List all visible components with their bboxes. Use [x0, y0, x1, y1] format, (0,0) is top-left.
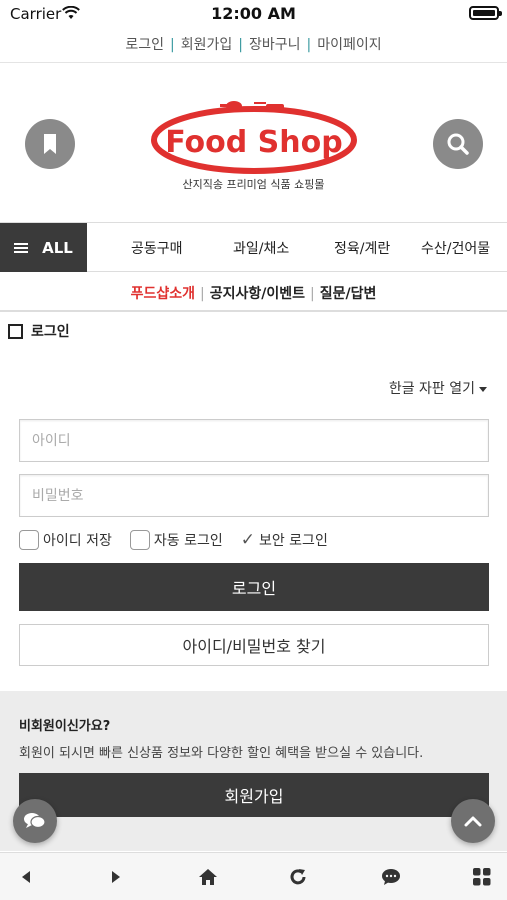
- join-link[interactable]: 회원가입: [181, 37, 233, 53]
- divider: |: [238, 37, 243, 53]
- guest-question: 비회원이신가요?: [19, 719, 111, 734]
- guest-description: 회원이 되시면 빠른 신상품 정보와 다양한 할인 혜택을 받으실 수 있습니다…: [19, 746, 424, 761]
- subnav-qna[interactable]: 질문/답변: [320, 286, 377, 302]
- divider: [0, 62, 507, 63]
- divider: |: [306, 37, 312, 53]
- category-fruit-veg[interactable]: 과일/채소: [233, 238, 289, 258]
- back-icon[interactable]: [16, 867, 36, 887]
- mypage-link[interactable]: 마이페이지: [317, 37, 381, 53]
- page-title-text: 로그인: [31, 324, 70, 340]
- scroll-top-button[interactable]: [451, 799, 495, 843]
- auto-login-option[interactable]: 자동 로그인: [129, 530, 223, 550]
- message-icon[interactable]: [381, 867, 401, 887]
- subnav-about[interactable]: 푸드샵소개: [131, 286, 195, 302]
- bookmark-button[interactable]: [25, 119, 75, 169]
- login-button[interactable]: 로그인: [19, 563, 489, 611]
- search-icon: [447, 133, 469, 155]
- password-input[interactable]: [19, 474, 489, 517]
- home-icon[interactable]: [198, 867, 218, 887]
- secure-login-option[interactable]: ✓ 보안 로그인: [241, 530, 328, 550]
- save-id-label: 아이디 저장: [43, 533, 112, 549]
- chat-icon: [24, 813, 46, 829]
- page-title: 로그인: [8, 321, 70, 341]
- divider: |: [200, 286, 205, 302]
- refresh-icon[interactable]: [288, 867, 308, 887]
- check-icon: ✓: [240, 530, 255, 550]
- divider: [0, 310, 507, 312]
- chat-button[interactable]: [13, 799, 57, 843]
- save-id-checkbox[interactable]: [19, 530, 39, 550]
- save-id-option[interactable]: 아이디 저장: [19, 530, 112, 550]
- auto-login-label: 자동 로그인: [153, 533, 223, 549]
- bottom-toolbar: [0, 852, 507, 900]
- id-input[interactable]: [19, 419, 489, 462]
- auto-login-checkbox[interactable]: [129, 530, 150, 550]
- category-meat-egg[interactable]: 정육/계란: [334, 238, 390, 258]
- top-links: 로그인 | 회원가입 | 장바구니 | 마이페이지: [0, 34, 507, 54]
- all-label: ALL: [42, 238, 73, 257]
- sub-nav: 푸드샵소개 | 공지사항/이벤트 | 질문/답변: [0, 283, 507, 303]
- grid-icon[interactable]: [472, 867, 492, 887]
- guest-section: 비회원이신가요? 회원이 되시면 빠른 신상품 정보와 다양한 할인 혜택을 받…: [0, 691, 507, 851]
- category-seafood[interactable]: 수산/건어물: [421, 238, 490, 258]
- join-button[interactable]: 회원가입: [19, 773, 489, 817]
- logo-text: Food Shop: [165, 125, 342, 160]
- caret-down-icon: [479, 386, 487, 392]
- bookmark-icon: [44, 134, 56, 154]
- all-menu-button[interactable]: ALL: [0, 223, 87, 272]
- square-icon: [8, 323, 23, 339]
- battery-icon: [469, 6, 502, 20]
- divider: |: [310, 286, 315, 302]
- status-bar: Carrier 12:00 AM: [0, 0, 507, 28]
- chevron-up-icon: [464, 816, 482, 827]
- search-button[interactable]: [433, 119, 483, 169]
- login-options: 아이디 저장 자동 로그인 ✓ 보안 로그인: [19, 530, 346, 550]
- cart-link[interactable]: 장바구니: [249, 37, 301, 53]
- menu-icon: [14, 242, 29, 253]
- subnav-notice[interactable]: 공지사항/이벤트: [210, 286, 305, 302]
- secure-login-label: 보안 로그인: [258, 533, 328, 549]
- divider: |: [170, 37, 175, 53]
- keyboard-toggle-label: 한글 자판 열기: [388, 381, 475, 397]
- clock: 12:00 AM: [211, 4, 296, 23]
- find-account-button[interactable]: 아이디/비밀번호 찾기: [19, 624, 489, 666]
- login-link[interactable]: 로그인: [125, 37, 164, 53]
- keyboard-toggle[interactable]: 한글 자판 열기: [389, 378, 487, 398]
- forward-icon[interactable]: [106, 867, 126, 887]
- category-nav: ALL 공동구매 과일/채소 정육/계란 수산/건어물: [0, 222, 507, 272]
- logo-tagline: 산지직송 프리미엄 식품 쇼핑몰: [182, 178, 325, 191]
- category-group-buy[interactable]: 공동구매: [131, 238, 183, 258]
